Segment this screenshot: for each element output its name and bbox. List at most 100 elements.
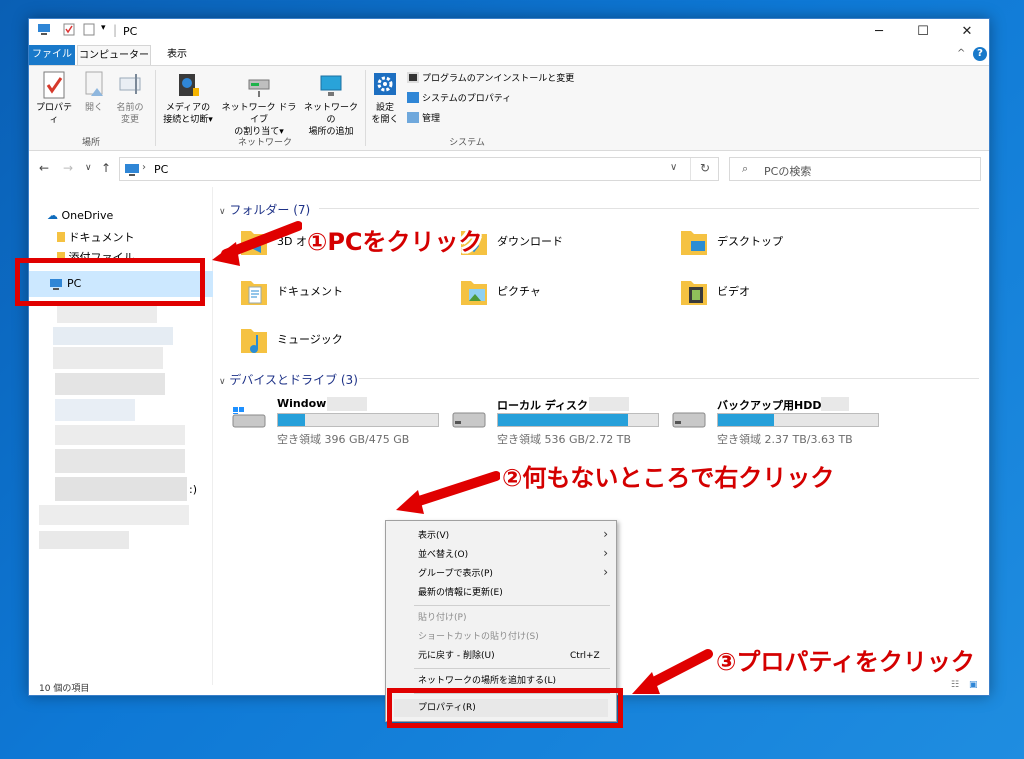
folder-pictures[interactable]: ピクチャ bbox=[459, 275, 659, 319]
drive-name: Window bbox=[277, 397, 327, 410]
tab-computer[interactable]: コンピューター bbox=[77, 45, 151, 65]
tab-file[interactable]: ファイル bbox=[29, 45, 75, 65]
folder-music[interactable]: ミュージック bbox=[239, 323, 439, 367]
drives-section-header[interactable]: ∨ デバイスとドライブ (3) bbox=[219, 371, 979, 388]
minimize-button[interactable]: ─ bbox=[857, 19, 901, 45]
media-ribbon-button[interactable]: メディアの 接続と切断▾ bbox=[159, 70, 217, 126]
drives-header-label: デバイスとドライブ (3) bbox=[229, 373, 358, 387]
blurred-region bbox=[327, 397, 367, 411]
blurred-region bbox=[55, 425, 185, 445]
new-folder-quick-icon[interactable] bbox=[83, 23, 95, 39]
drive-backup-hdd[interactable]: バックアップ用HDD 空き領域 2.37 TB/3.63 TB bbox=[671, 397, 881, 447]
folder-label: ピクチャ bbox=[497, 285, 541, 298]
folder-label: デスクトップ bbox=[717, 235, 783, 248]
title-separator: | bbox=[113, 23, 118, 37]
collapse-ribbon-icon[interactable]: ^ bbox=[957, 48, 965, 59]
network-location-icon bbox=[320, 75, 342, 96]
context-item-group[interactable]: グループで表示(P) bbox=[418, 567, 493, 581]
section-divider bbox=[359, 378, 979, 379]
context-item-label: 最新の情報に更新(E) bbox=[418, 588, 503, 598]
context-item-paste[interactable]: 貼り付け(P) bbox=[418, 611, 466, 625]
quick-access-dropdown-icon[interactable]: ▾ bbox=[101, 23, 106, 33]
rename-label-2: 変更 bbox=[120, 115, 139, 125]
context-item-label: 表示(V) bbox=[418, 531, 450, 541]
blurred-region bbox=[55, 373, 165, 395]
breadcrumb-chevron-icon[interactable]: › bbox=[142, 162, 146, 173]
tab-view[interactable]: 表示 bbox=[159, 45, 195, 65]
submenu-chevron-icon: › bbox=[603, 527, 608, 541]
address-pc-icon bbox=[125, 164, 139, 176]
section-chevron-icon: ∨ bbox=[219, 377, 226, 387]
context-item-label: 元に戻す - 削除(U) bbox=[418, 651, 495, 661]
properties-icon bbox=[43, 71, 65, 99]
address-path[interactable]: PC bbox=[154, 163, 168, 176]
context-item-label: ネットワークの場所を追加する(L) bbox=[418, 676, 557, 686]
map-network-drive-button[interactable]: ネットワーク ドライブ の割り当て▾ bbox=[219, 70, 299, 138]
system-properties-button[interactable]: システムのプロパティ bbox=[407, 92, 511, 106]
context-item-view[interactable]: 表示(V) bbox=[418, 529, 449, 543]
navigation-bar: ← → ∨ ↑ › PC ∨ ↻ ⌕ PCの検索 bbox=[29, 155, 989, 183]
refresh-icon[interactable]: ↻ bbox=[700, 161, 710, 175]
folder-icon bbox=[57, 232, 65, 242]
folder-downloads[interactable]: ダウンロード bbox=[459, 225, 659, 269]
address-dropdown-icon[interactable]: ∨ bbox=[670, 162, 677, 173]
open-settings-button[interactable]: 設定 を開く bbox=[369, 70, 401, 126]
back-arrow-icon[interactable]: ← bbox=[39, 161, 49, 175]
folder-documents[interactable]: ドキュメント bbox=[239, 275, 439, 319]
ribbon-separator bbox=[365, 70, 366, 146]
drive-local-disk[interactable]: ローカル ディスク 空き領域 536 GB/2.72 TB bbox=[451, 397, 661, 447]
sidebar-item-onedrive[interactable]: ☁ OneDrive bbox=[47, 209, 113, 222]
annotation-box-pc bbox=[15, 258, 205, 306]
windows-drive-icon bbox=[232, 407, 266, 428]
search-box[interactable]: ⌕ PCの検索 bbox=[729, 157, 981, 181]
folder-desktop[interactable]: デスクトップ bbox=[679, 225, 879, 269]
ribbon-separator bbox=[155, 70, 156, 146]
search-placeholder: PCの検索 bbox=[764, 165, 812, 178]
open-icon bbox=[85, 71, 103, 96]
undo-shortcut: Ctrl+Z bbox=[570, 651, 600, 661]
submenu-chevron-icon: › bbox=[603, 546, 608, 560]
pc-icon bbox=[37, 23, 51, 38]
context-item-undo[interactable]: 元に戻す - 削除(U) bbox=[418, 649, 495, 663]
context-item-add-network-location[interactable]: ネットワークの場所を追加する(L) bbox=[418, 674, 556, 688]
folder-videos[interactable]: ビデオ bbox=[679, 275, 879, 319]
properties-ribbon-button[interactable]: プロパティ bbox=[33, 70, 75, 126]
context-item-paste-shortcut[interactable]: ショートカットの貼り付け(S) bbox=[418, 630, 539, 644]
add-network-location-button[interactable]: ネットワークの 場所の追加 bbox=[301, 70, 361, 138]
settings-label-2: を開く bbox=[371, 115, 399, 125]
large-icons-view-icon[interactable]: ▣ bbox=[969, 680, 978, 690]
recent-locations-icon[interactable]: ∨ bbox=[85, 163, 92, 173]
context-item-sort[interactable]: 並べ替え(O) bbox=[418, 548, 468, 562]
rename-ribbon-button[interactable]: 名前の 変更 bbox=[111, 70, 149, 126]
onedrive-cloud-icon: ☁ bbox=[47, 209, 58, 222]
close-button[interactable]: ✕ bbox=[945, 19, 989, 45]
properties-quick-icon[interactable] bbox=[63, 23, 75, 39]
folder-desktop-icon bbox=[681, 231, 707, 255]
folder-label: ドキュメント bbox=[277, 285, 343, 298]
annotation-arrow-1 bbox=[212, 221, 302, 266]
blurred-region bbox=[57, 303, 157, 323]
manage-button[interactable]: 管理 bbox=[407, 112, 440, 126]
up-arrow-icon[interactable]: ↑ bbox=[101, 161, 111, 175]
blurred-region bbox=[821, 397, 849, 411]
ribbon-tabs: ファイル コンピューター 表示 ^ ? bbox=[29, 45, 989, 65]
media-icon bbox=[179, 74, 199, 96]
media-label-1: メディアの bbox=[165, 103, 211, 113]
context-item-refresh[interactable]: 最新の情報に更新(E) bbox=[418, 586, 503, 600]
details-view-icon[interactable]: ☷ bbox=[951, 680, 959, 690]
drive-windows[interactable]: Window 空き領域 396 GB/475 GB bbox=[231, 397, 441, 447]
annotation-box-properties bbox=[387, 688, 623, 728]
forward-arrow-icon[interactable]: → bbox=[63, 161, 73, 175]
address-bar[interactable]: › PC ∨ ↻ bbox=[119, 157, 719, 181]
hard-drive-icon bbox=[452, 412, 486, 428]
uninstall-label: プログラムのアンインストールと変更 bbox=[422, 74, 575, 84]
properties-label: プロパティ bbox=[35, 103, 72, 125]
uninstall-programs-button[interactable]: プログラムのアンインストールと変更 bbox=[407, 72, 574, 86]
folders-section-header[interactable]: ∨ フォルダー (7) bbox=[219, 201, 979, 218]
blurred-region bbox=[55, 399, 135, 421]
open-ribbon-button[interactable]: 開く bbox=[79, 70, 109, 114]
sidebar-item-documents[interactable]: ドキュメント bbox=[57, 229, 135, 245]
help-icon[interactable]: ? bbox=[973, 47, 987, 61]
settings-gear-icon bbox=[374, 73, 396, 95]
maximize-button[interactable]: ☐ bbox=[901, 19, 945, 45]
